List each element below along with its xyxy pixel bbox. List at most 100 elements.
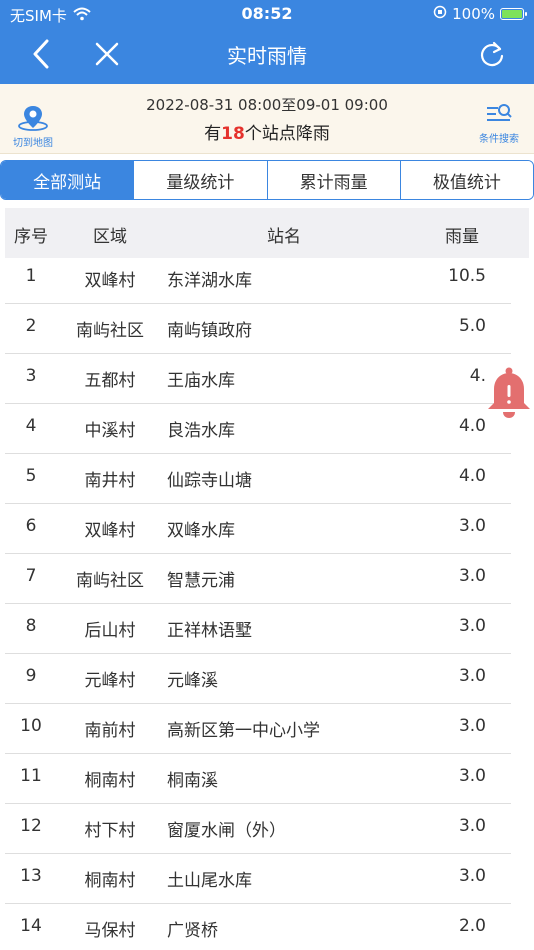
row-rain: 3.0	[458, 716, 486, 736]
rain-summary: 有18个站点降雨	[70, 119, 464, 144]
battery-icon	[500, 8, 527, 20]
row-area: 元峰村	[84, 671, 136, 691]
table-row[interactable]: 3 五都村 王庙水库 4.	[5, 354, 511, 404]
row-station: 双峰水库	[167, 521, 235, 541]
row-station: 土山尾水库	[167, 871, 252, 891]
table-row[interactable]: 8 后山村 正祥林语墅 3.0	[5, 604, 511, 654]
table-row[interactable]: 12 村下村 窗厦水闸（外） 3.0	[5, 804, 511, 854]
table-row[interactable]: 14 马保村 广贤桥 2.0	[5, 904, 511, 950]
table-row[interactable]: 4 中溪村 良浩水库 4.0	[5, 404, 511, 454]
tab-magnitude-stats[interactable]: 量级统计	[133, 161, 267, 199]
row-no: 8	[25, 616, 37, 636]
row-station: 南屿镇政府	[167, 321, 252, 341]
summary-suffix: 个站点降雨	[244, 124, 330, 144]
tab-bar: 全部测站 量级统计 累计雨量 极值统计	[0, 160, 534, 200]
battery-percent: 100%	[452, 5, 495, 23]
row-no: 11	[20, 766, 42, 786]
page-title: 实时雨情	[227, 44, 307, 68]
row-area: 马保村	[84, 921, 136, 941]
row-rain: 3.0	[458, 566, 486, 586]
row-no: 12	[20, 816, 42, 836]
row-area: 双峰村	[84, 521, 136, 541]
table-row[interactable]: 1 双峰村 东洋湖水库 10.5	[5, 254, 511, 304]
row-area: 双峰村	[84, 271, 136, 291]
bell-icon	[488, 367, 530, 418]
row-station: 东洋湖水库	[167, 271, 252, 291]
switch-to-map-button[interactable]: 切到地图	[10, 102, 56, 149]
close-button[interactable]	[92, 38, 122, 70]
refresh-icon	[480, 41, 504, 67]
table-header: 序号 区域 站名 雨量	[5, 208, 529, 258]
table-row[interactable]: 11 桐南村 桐南溪 3.0	[5, 754, 511, 804]
row-station: 窗厦水闸（外）	[167, 821, 286, 841]
info-bar: 切到地图 2022-08-31 08:00至09-01 09:00 有18个站点…	[0, 84, 534, 154]
row-no: 7	[25, 566, 37, 586]
row-area: 后山村	[84, 621, 136, 641]
row-station: 高新区第一中心小学	[167, 721, 320, 741]
row-no: 6	[25, 516, 37, 536]
row-station: 正祥林语墅	[167, 621, 252, 641]
status-bar: 无SIM卡 08:52 100%	[0, 0, 534, 28]
search-button-label: 条件搜索	[479, 134, 519, 145]
refresh-button[interactable]	[476, 38, 508, 70]
row-no: 14	[20, 916, 42, 936]
row-rain: 3.0	[458, 766, 486, 786]
table-row[interactable]: 2 南屿社区 南屿镇政府 5.0	[5, 304, 511, 354]
row-rain: 4.0	[458, 416, 486, 436]
row-station: 桐南溪	[167, 771, 218, 791]
row-rain: 2.0	[458, 916, 486, 936]
table-row[interactable]: 5 南井村 仙踪寺山塘 4.0	[5, 454, 511, 504]
row-rain: 3.0	[458, 816, 486, 836]
row-station: 仙踪寺山塘	[167, 471, 252, 491]
map-button-label: 切到地图	[13, 138, 53, 149]
table-row[interactable]: 7 南屿社区 智慧元浦 3.0	[5, 554, 511, 604]
app-header: 无SIM卡 08:52 100% 实时雨情	[0, 0, 534, 84]
row-area: 南井村	[84, 471, 136, 491]
row-rain: 10.5	[448, 266, 486, 286]
row-area: 南屿社区	[76, 571, 144, 591]
row-rain: 5.0	[458, 316, 486, 336]
row-rain: 3.0	[458, 516, 486, 536]
row-area: 桐南村	[84, 871, 136, 891]
row-no: 3	[25, 366, 37, 386]
map-pin-icon	[18, 106, 48, 131]
row-no: 13	[20, 866, 42, 886]
row-area: 村下村	[84, 821, 136, 841]
back-button[interactable]	[26, 38, 56, 70]
orientation-lock-icon	[433, 5, 447, 23]
filter-search-icon	[487, 104, 512, 121]
station-count: 18	[221, 124, 245, 144]
table-row[interactable]: 6 双峰村 双峰水库 3.0	[5, 504, 511, 554]
row-no: 1	[25, 266, 37, 286]
tab-all-stations[interactable]: 全部测站	[1, 161, 134, 199]
row-no: 5	[25, 466, 37, 486]
tab-extreme-stats[interactable]: 极值统计	[399, 161, 533, 199]
chevron-left-icon	[33, 39, 49, 69]
table-row[interactable]: 9 元峰村 元峰溪 3.0	[5, 654, 511, 704]
row-area: 南屿社区	[76, 321, 144, 341]
header-station: 站名	[267, 227, 301, 247]
row-no: 10	[20, 716, 42, 736]
summary-prefix: 有	[204, 124, 222, 144]
row-area: 中溪村	[84, 421, 136, 441]
tab-cumulative-rain[interactable]: 累计雨量	[266, 161, 400, 199]
row-station: 智慧元浦	[167, 571, 235, 591]
row-area: 桐南村	[84, 771, 136, 791]
header-no: 序号	[14, 227, 48, 247]
row-area: 南前村	[84, 721, 136, 741]
alarm-bell-button[interactable]	[484, 365, 534, 421]
row-station: 广贤桥	[167, 921, 218, 941]
row-station: 元峰溪	[167, 671, 218, 691]
row-rain: 4.0	[458, 466, 486, 486]
table-row[interactable]: 13 桐南村 土山尾水库 3.0	[5, 854, 511, 904]
row-rain: 3.0	[458, 866, 486, 886]
row-station: 良浩水库	[167, 421, 235, 441]
row-area: 五都村	[84, 371, 136, 391]
table-row[interactable]: 10 南前村 高新区第一中心小学 3.0	[5, 704, 511, 754]
condition-search-button[interactable]: 条件搜索	[476, 102, 522, 146]
close-icon	[95, 42, 119, 66]
row-no: 9	[25, 666, 37, 686]
date-range: 2022-08-31 08:00至09-01 09:00	[146, 96, 388, 114]
row-station: 王庙水库	[167, 371, 235, 391]
row-rain: 3.0	[458, 616, 486, 636]
